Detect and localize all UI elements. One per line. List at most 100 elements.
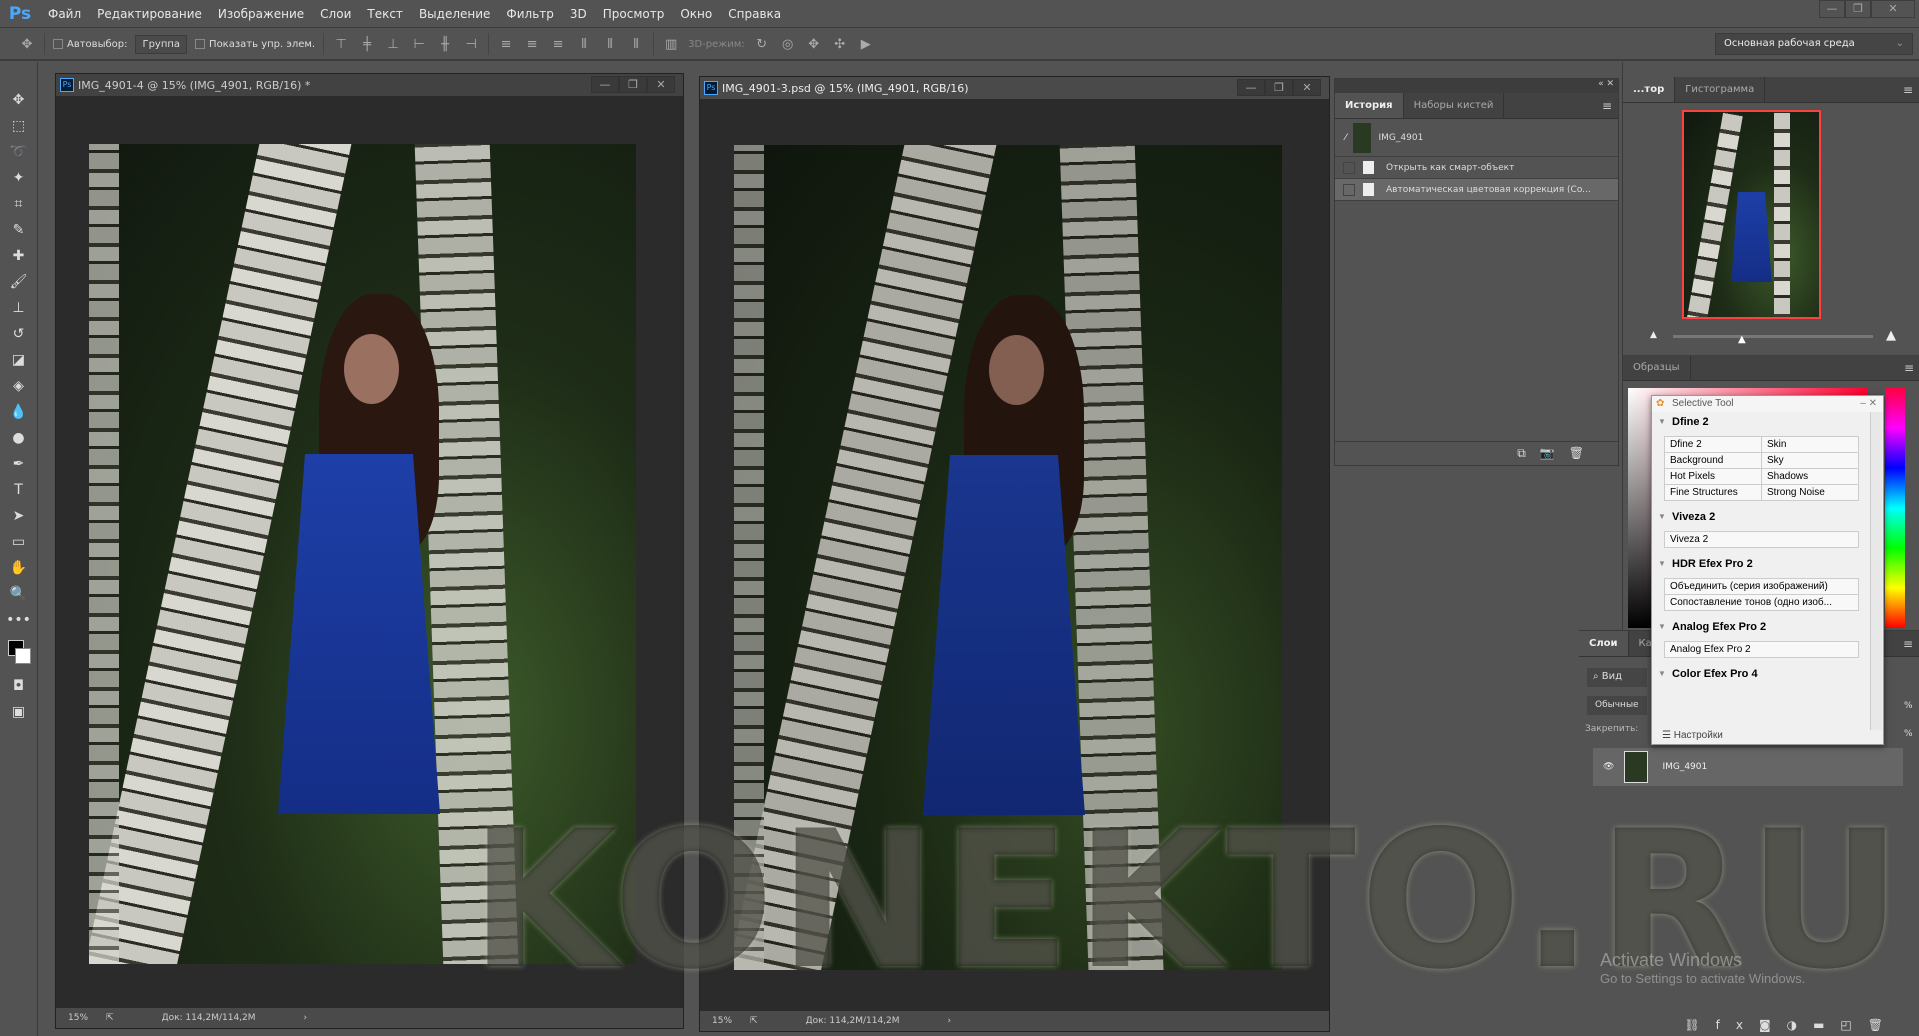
distribute-hcenter-icon[interactable]: ⦀ <box>601 37 619 52</box>
fx-icon[interactable]: fx <box>1716 1018 1759 1032</box>
align-hcenter-icon[interactable]: ╫ <box>436 37 454 52</box>
menu-3d[interactable]: 3D <box>562 7 595 21</box>
adjustment-icon[interactable]: ◑ <box>1787 1018 1813 1032</box>
chevron-right-icon[interactable]: › <box>948 1016 952 1026</box>
group-select[interactable]: Группа <box>135 34 188 54</box>
hand-tool-icon[interactable]: ✋ <box>0 560 37 586</box>
background-color[interactable] <box>15 648 31 664</box>
type-tool-icon[interactable]: T <box>0 482 37 508</box>
trash-icon[interactable]: 🗑 <box>1868 1018 1899 1032</box>
menu-file[interactable]: Файл <box>40 7 89 21</box>
screen-mode-icon[interactable]: ▣ <box>0 704 37 730</box>
3d-slide-icon[interactable]: ✣ <box>831 37 849 52</box>
document-canvas-image[interactable] <box>89 144 636 964</box>
rectangle-tool-icon[interactable]: ▭ <box>0 534 37 560</box>
tab-navigator[interactable]: ...тор <box>1623 77 1676 102</box>
align-bottom-icon[interactable]: ⊥ <box>384 37 402 52</box>
blend-mode-select[interactable]: Обычные <box>1587 696 1647 715</box>
trash-icon[interactable]: 🗑 <box>1569 446 1598 460</box>
3d-rotate-icon[interactable]: ↻ <box>753 37 771 52</box>
collapse-icon[interactable]: « <box>1598 79 1604 89</box>
document-title-bar[interactable]: Ps IMG_4901-3.psd @ 15% (IMG_4901, RGB/1… <box>700 77 1329 99</box>
zoom-level[interactable]: 15% <box>712 1016 732 1026</box>
restore-button[interactable]: ❐ <box>1265 79 1293 96</box>
tab-history[interactable]: История <box>1335 93 1404 118</box>
zoom-in-icon[interactable]: ▲ <box>1886 328 1896 343</box>
distribute-left-icon[interactable]: ⦀ <box>575 37 593 52</box>
menu-window[interactable]: Окно <box>672 7 720 21</box>
mask-icon[interactable]: ◙ <box>1759 1018 1787 1032</box>
align-left-icon[interactable]: ⊢ <box>410 37 428 52</box>
menu-select[interactable]: Выделение <box>411 7 498 21</box>
preset-button[interactable]: Skin <box>1761 436 1859 453</box>
stamp-tool-icon[interactable]: ⊥ <box>0 300 37 326</box>
close-button[interactable]: ✕ <box>647 76 675 93</box>
eraser-icon[interactable]: ◪ <box>0 352 37 378</box>
visibility-eye-icon[interactable]: 👁 <box>1603 762 1614 772</box>
close-dialog-icon[interactable]: – ✕ <box>1860 398 1877 409</box>
3d-roll-icon[interactable]: ◎ <box>779 37 797 52</box>
autoselect-checkbox[interactable]: Автовыбор: <box>53 38 127 50</box>
layer-filter-select[interactable]: ⌕ Вид <box>1587 668 1647 687</box>
menu-view[interactable]: Просмотр <box>595 7 673 21</box>
minimize-button[interactable]: — <box>1237 79 1265 96</box>
blur-tool-icon[interactable]: 💧 <box>0 404 37 430</box>
export-icon[interactable]: ⇱ <box>106 1013 114 1023</box>
section-color-efex[interactable]: Color Efex Pro 4 <box>1654 664 1869 684</box>
move-tool-icon[interactable]: ✥ <box>0 92 37 118</box>
link-icon[interactable]: ⛓ <box>1684 1018 1715 1032</box>
marquee-tool-icon[interactable]: ⬚ <box>0 118 37 144</box>
minimize-button[interactable]: — <box>591 76 619 93</box>
color-swatches[interactable] <box>0 638 37 678</box>
camera-icon[interactable]: 📷 <box>1540 446 1569 460</box>
section-dfine[interactable]: Dfine 2 <box>1654 412 1869 432</box>
close-panel-icon[interactable]: ✕ <box>1606 79 1614 89</box>
section-analog-efex[interactable]: Analog Efex Pro 2 <box>1654 617 1869 637</box>
chevron-right-icon[interactable]: › <box>304 1013 308 1023</box>
show-controls-checkbox[interactable]: Показать упр. элем. <box>195 38 315 50</box>
eyedropper-icon[interactable]: ✎ <box>0 222 37 248</box>
align-right-icon[interactable]: ⊣ <box>462 37 480 52</box>
dialog-title-bar[interactable]: ✿ Selective Tool – ✕ <box>1652 396 1883 412</box>
history-item-selected[interactable]: Автоматическая цветовая коррекция (Co... <box>1335 179 1618 201</box>
distribute-bottom-icon[interactable]: ≡ <box>549 37 567 52</box>
crop-tool-icon[interactable]: ⌗ <box>0 196 37 222</box>
tab-swatches[interactable]: Образцы <box>1623 355 1691 380</box>
preset-button[interactable]: Analog Efex Pro 2 <box>1664 641 1859 658</box>
settings-button[interactable]: ☰ Настройки <box>1654 730 1723 744</box>
healing-brush-icon[interactable]: ✚ <box>0 248 37 274</box>
fill-value[interactable]: % <box>1904 729 1913 739</box>
new-document-icon[interactable]: ⧉ <box>1517 446 1540 460</box>
menu-text[interactable]: Текст <box>359 7 411 21</box>
preset-button[interactable]: Sky <box>1761 452 1859 469</box>
preset-button[interactable]: Сопоставление тонов (одно изоб... <box>1664 594 1859 611</box>
align-vcenter-icon[interactable]: ╪ <box>358 37 376 52</box>
preset-button[interactable]: Strong Noise <box>1761 484 1859 501</box>
3d-pan-icon[interactable]: ✥ <box>805 37 823 52</box>
3d-scale-icon[interactable]: ▶ <box>857 37 875 52</box>
paint-bucket-icon[interactable]: ◈ <box>0 378 37 404</box>
document-title-bar[interactable]: Ps IMG_4901-4 @ 15% (IMG_4901, RGB/16) *… <box>56 74 683 96</box>
document-canvas-image[interactable] <box>734 145 1282 970</box>
menu-help[interactable]: Справка <box>720 7 789 21</box>
hue-slider[interactable] <box>1885 388 1905 628</box>
preset-button[interactable]: Fine Structures <box>1664 484 1762 501</box>
export-icon[interactable]: ⇱ <box>750 1016 758 1026</box>
align-top-icon[interactable]: ⊤ <box>332 37 350 52</box>
brush-tool-icon[interactable]: 🖌 <box>0 274 37 300</box>
distribute-right-icon[interactable]: ⦀ <box>627 37 645 52</box>
dialog-scrollbar[interactable] <box>1870 412 1882 730</box>
navigator-thumbnail[interactable] <box>1682 110 1821 319</box>
folder-icon[interactable]: ▬ <box>1813 1018 1840 1032</box>
close-button[interactable]: ✕ <box>1293 79 1321 96</box>
panel-menu-icon[interactable]: ≡ <box>1903 637 1913 651</box>
lasso-tool-icon[interactable]: ➰ <box>0 144 37 170</box>
history-brush-icon[interactable]: ↺ <box>0 326 37 352</box>
preset-button[interactable]: Dfine 2 <box>1664 436 1762 453</box>
preset-button[interactable]: Hot Pixels <box>1664 468 1762 485</box>
path-select-icon[interactable]: ➤ <box>0 508 37 534</box>
tab-histogram[interactable]: Гистограмма <box>1675 77 1766 102</box>
distribute-top-icon[interactable]: ≡ <box>497 37 515 52</box>
history-item[interactable]: Открыть как смарт-объект <box>1335 157 1618 179</box>
menu-filter[interactable]: Фильтр <box>498 7 561 21</box>
